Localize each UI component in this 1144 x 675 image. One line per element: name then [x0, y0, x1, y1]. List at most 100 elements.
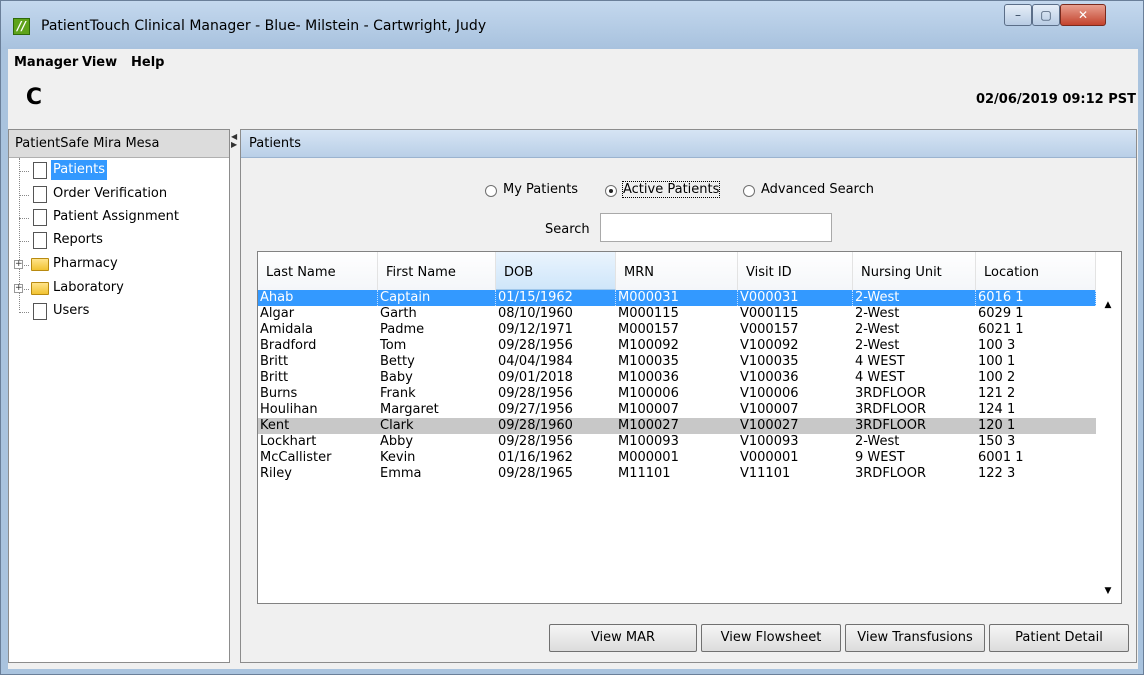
patients-panel: Patients My Patients Active Patients Adv… [240, 129, 1137, 663]
tree-connector [19, 241, 29, 242]
active-patients-label[interactable]: Active Patients [621, 181, 721, 198]
tree-item-patients[interactable]: Patients [9, 160, 229, 182]
table-cell: 09/01/2018 [498, 370, 573, 385]
tree-item-users[interactable]: Users [9, 301, 229, 323]
close-button[interactable]: ✕ [1060, 4, 1106, 26]
column-header-mrn[interactable]: MRN [616, 252, 738, 290]
tree-item-reports[interactable]: Reports [9, 230, 229, 252]
table-cell: Riley [260, 466, 292, 481]
table-cell: Baby [380, 370, 413, 385]
table-row[interactable]: Amidala Padme 09/12/1971 M000157 V000157 2-We… [258, 322, 1096, 338]
view-flowsheet-button[interactable]: View Flowsheet [701, 624, 841, 652]
table-cell: V000115 [740, 306, 799, 321]
table-row[interactable]: Britt Baby 09/01/2018 M100036 V100036 4 WEST 1… [258, 370, 1096, 386]
table-cell: 4 WEST [855, 354, 905, 369]
table-cell: 2-West [855, 306, 900, 321]
table-cell: 08/10/1960 [498, 306, 573, 321]
table-cell: M100006 [618, 386, 679, 401]
table-cell: V100027 [740, 418, 799, 433]
table-cell: 2-West [853, 290, 976, 306]
tree-header: PatientSafe Mira Mesa [9, 130, 229, 158]
tree-item-laboratory[interactable]: + Laboratory [9, 278, 229, 300]
view-transfusions-button[interactable]: View Transfusions [845, 624, 985, 652]
search-input[interactable] [600, 213, 832, 242]
table-row[interactable]: Riley Emma 09/28/1965 M11101 V11101 3RDFLOOR 1… [258, 466, 1096, 482]
table-cell: 09/27/1956 [498, 402, 573, 417]
table-cell: M100092 [618, 338, 679, 353]
minimize-button[interactable]: – [1004, 4, 1032, 26]
my-patients-radio[interactable] [485, 185, 497, 197]
tree-item-label: Patients [51, 160, 108, 180]
table-cell: 100 1 [978, 354, 1016, 369]
patient-detail-button[interactable]: Patient Detail [989, 624, 1129, 652]
table-cell: 100 3 [978, 338, 1016, 353]
table-cell: 100 2 [978, 370, 1016, 385]
view-mar-button[interactable]: View MAR [549, 624, 697, 652]
tree-item-patient-assignment[interactable]: Patient Assignment [9, 207, 229, 229]
table-row[interactable]: Houlihan Margaret 09/27/1956 M100007 V100007… [258, 402, 1096, 418]
table-cell: V100036 [740, 370, 799, 385]
table-cell: Algar [260, 306, 295, 321]
table-cell: V100035 [740, 354, 799, 369]
scroll-down-icon[interactable]: ▼ [1100, 583, 1116, 599]
column-header-location[interactable]: Location [976, 252, 1096, 290]
table-cell: Frank [380, 386, 416, 401]
table-cell: 01/15/1962 [496, 290, 616, 306]
column-header-dob[interactable]: DOB [496, 252, 616, 290]
table-row[interactable]: Kent Clark 09/28/1960 M100027 V100027 3RDFLOO… [258, 418, 1096, 434]
table-row[interactable]: Bradford Tom 09/28/1956 M100092 V100092 2-Wes… [258, 338, 1096, 354]
column-header-last-name[interactable]: Last Name [258, 252, 378, 290]
table-row[interactable]: McCallister Kevin 01/16/1962 M000001 V000001… [258, 450, 1096, 466]
column-header-visit-id[interactable]: Visit ID [738, 252, 853, 290]
table-cell: V000031 [738, 290, 853, 306]
panel-splitter[interactable]: ◀ ▶ [230, 129, 240, 663]
expand-icon[interactable]: + [14, 260, 23, 269]
table-cell: V100093 [740, 434, 799, 449]
tree-connector [19, 195, 29, 196]
table-cell: M100027 [618, 418, 679, 433]
grid-header-row: Last Name First Name DOB MRN Visit ID Nu… [258, 252, 1121, 290]
table-cell: Padme [380, 322, 425, 337]
table-cell: Ahab [258, 290, 378, 306]
table-row[interactable]: Algar Garth 08/10/1960 M000115 V000115 2-West… [258, 306, 1096, 322]
tree-connector [24, 289, 29, 290]
refresh-icon[interactable]: C [22, 86, 46, 110]
table-row[interactable]: Britt Betty 04/04/1984 M100035 V100035 4 WEST… [258, 354, 1096, 370]
table-row[interactable]: Burns Frank 09/28/1956 M100006 V100006 3RDFLO… [258, 386, 1096, 402]
table-cell: Clark [380, 418, 414, 433]
document-icon [33, 303, 47, 320]
menu-view[interactable]: View [82, 55, 117, 70]
tree-item-pharmacy[interactable]: + Pharmacy [9, 254, 229, 276]
table-row[interactable]: Ahab Captain 01/15/1962 M000031 V000031 2-Wes… [258, 290, 1096, 306]
collapse-arrows-icon[interactable]: ◀ ▶ [231, 133, 237, 149]
table-cell: V000001 [740, 450, 799, 465]
table-cell: McCallister [260, 450, 332, 465]
column-header-first-name[interactable]: First Name [378, 252, 496, 290]
table-cell: 2-West [855, 322, 900, 337]
table-cell: 150 3 [978, 434, 1016, 449]
advanced-search-label[interactable]: Advanced Search [761, 182, 874, 197]
toolbar: C 02/06/2019 09:12 PST [8, 76, 1138, 123]
my-patients-label[interactable]: My Patients [503, 182, 578, 197]
menu-help[interactable]: Help [131, 55, 164, 70]
active-patients-radio[interactable] [605, 185, 617, 197]
folder-icon [31, 258, 49, 271]
column-header-nursing-unit[interactable]: Nursing Unit [853, 252, 976, 290]
tree-item-order-verification[interactable]: Order Verification [9, 184, 229, 206]
patient-filter-group: My Patients Active Patients Advanced Sea… [241, 181, 1136, 202]
menu-manager[interactable]: Manager [14, 55, 78, 70]
table-cell: Margaret [380, 402, 439, 417]
title-bar[interactable]: // PatientTouch Clinical Manager - Blue-… [1, 1, 1143, 49]
table-row[interactable]: Lockhart Abby 09/28/1956 M100093 V100093 2-We… [258, 434, 1096, 450]
table-cell: V100007 [740, 402, 799, 417]
table-cell: 3RDFLOOR [855, 386, 927, 401]
table-cell: 09/28/1965 [498, 466, 573, 481]
tree-item-label: Laboratory [53, 280, 124, 295]
maximize-button[interactable]: ▢ [1032, 4, 1060, 26]
table-cell: Houlihan [260, 402, 318, 417]
scroll-up-icon[interactable]: ▲ [1100, 297, 1116, 313]
advanced-search-radio[interactable] [743, 185, 755, 197]
tree-item-label: Order Verification [53, 186, 168, 201]
tree-connector [19, 218, 29, 219]
expand-icon[interactable]: + [14, 284, 23, 293]
